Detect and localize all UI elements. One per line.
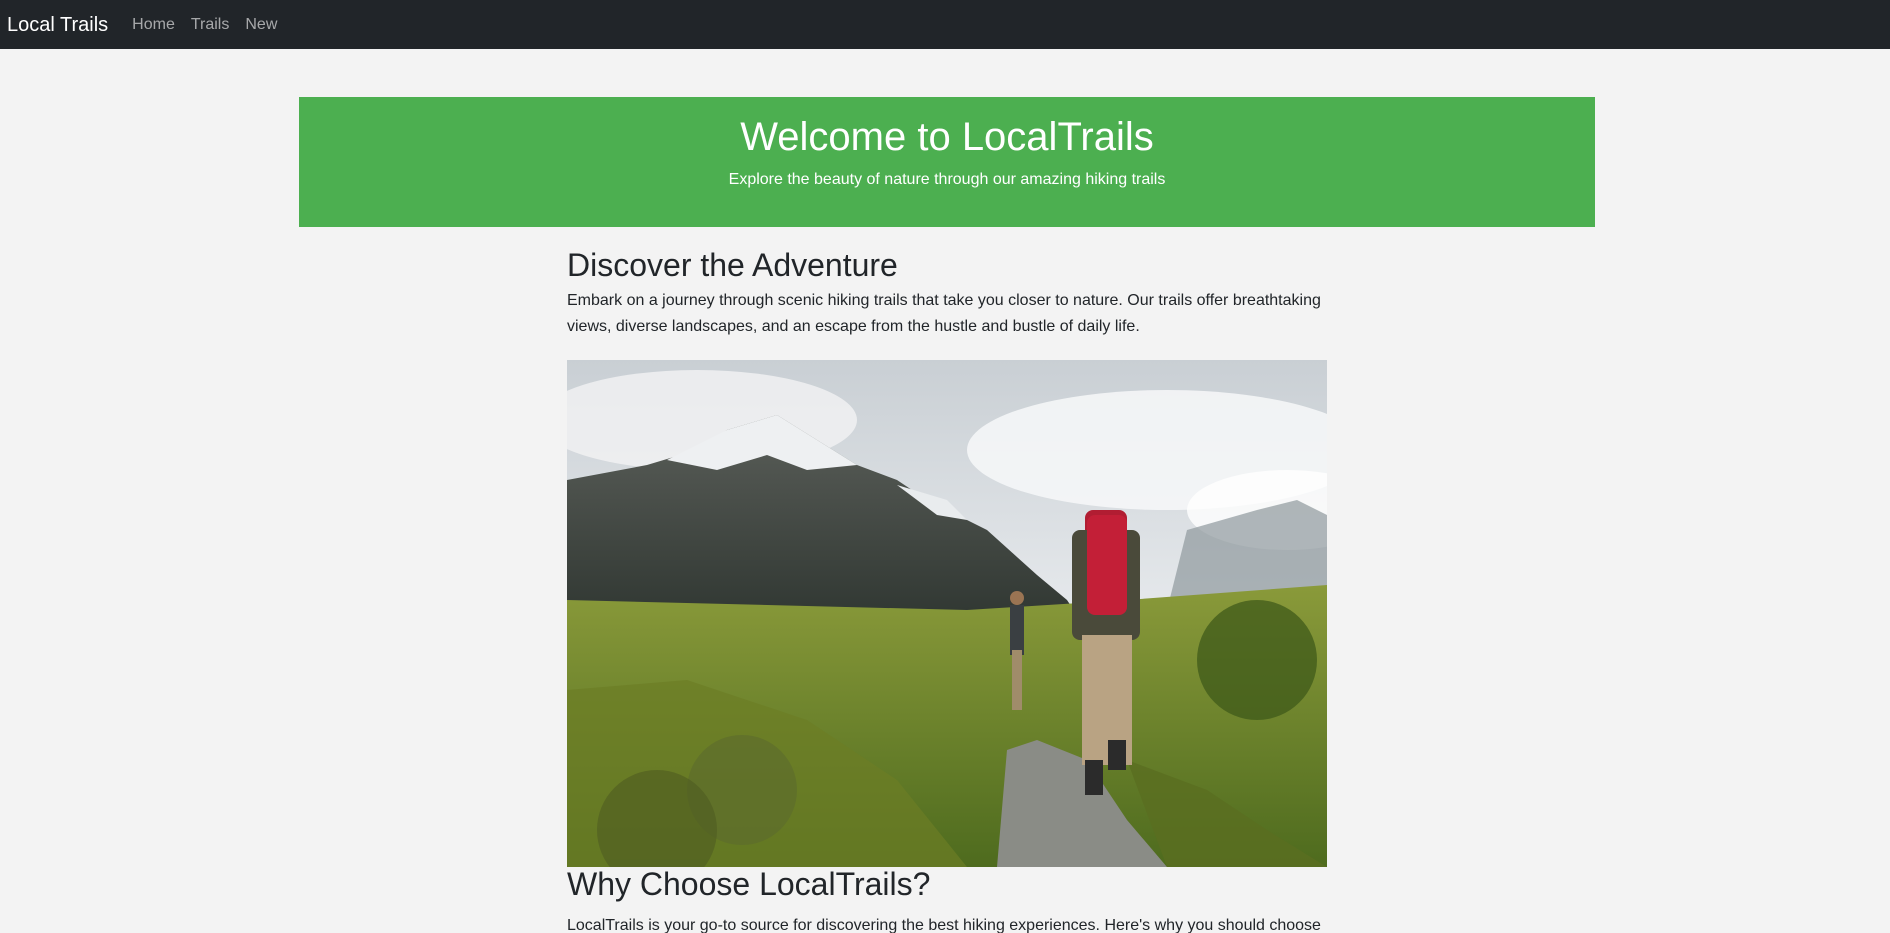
why-title: Why Choose LocalTrails? — [567, 866, 931, 902]
hero-title: Welcome to LocalTrails — [740, 115, 1154, 159]
hiking-photo — [567, 360, 1327, 867]
top-navbar: Local Trails Home Trails New — [0, 0, 1890, 49]
hero-banner: Welcome to LocalTrails Explore the beaut… — [299, 97, 1595, 227]
discover-text: Embark on a journey through scenic hikin… — [567, 292, 1321, 336]
nav-link-new[interactable]: New — [245, 16, 277, 33]
nav-link-trails[interactable]: Trails — [191, 16, 230, 33]
why-text: LocalTrails is your go-to source for dis… — [567, 917, 1321, 933]
brand-link[interactable]: Local Trails — [7, 15, 108, 35]
nav-link-home[interactable]: Home — [132, 16, 175, 33]
discover-title: Discover the Adventure — [567, 247, 898, 283]
hero-subtitle: Explore the beauty of nature through our… — [728, 171, 1166, 188]
discover-section: Discover the Adventure Embark on a journ… — [567, 246, 1327, 340]
